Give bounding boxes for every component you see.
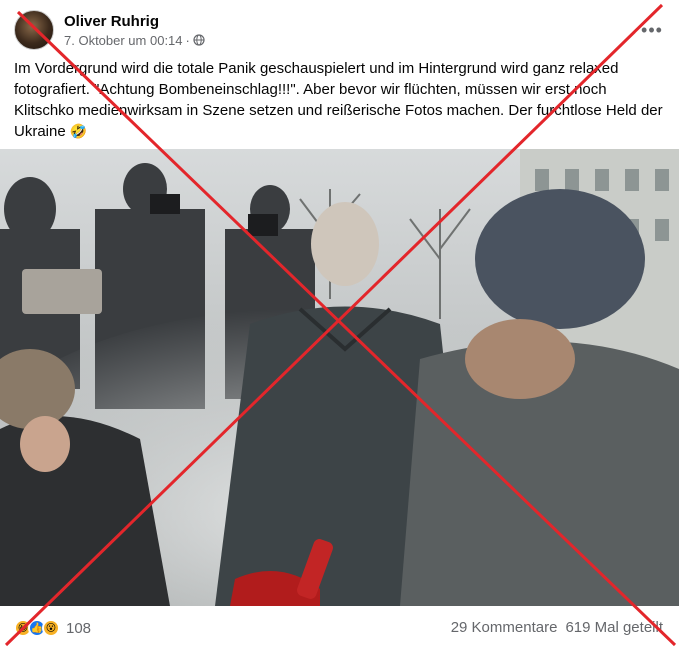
reaction-count[interactable]: 108 <box>66 620 91 637</box>
comments-count[interactable]: 29 Kommentare <box>451 619 558 636</box>
photo-illustration <box>0 149 679 606</box>
author-block: Oliver Ruhrig 7. Oktober um 00:14 · <box>64 12 205 49</box>
meta-separator: · <box>185 32 190 48</box>
shares-count[interactable]: 619 Mal geteilt <box>565 619 663 636</box>
post-header: Oliver Ruhrig 7. Oktober um 00:14 · ••• <box>14 8 664 52</box>
avatar[interactable] <box>14 10 54 50</box>
post-meta: 7. Oktober um 00:14 · <box>64 32 205 49</box>
post-body: Im Vordergrund wird die totale Panik ges… <box>14 60 663 140</box>
globe-icon[interactable] <box>193 34 205 46</box>
post-text: Im Vordergrund wird die totale Panik ges… <box>14 58 664 142</box>
rofl-emoji-icon: 🤣 <box>69 123 88 139</box>
post-photo[interactable] <box>0 149 679 606</box>
reactions-summary[interactable]: 😆 👍 😮 108 <box>14 617 91 639</box>
author-name[interactable]: Oliver Ruhrig <box>64 12 205 31</box>
more-options-icon[interactable]: ••• <box>640 18 664 42</box>
wow-reaction-icon: 😮 <box>42 619 60 637</box>
post-date[interactable]: 7. Oktober um 00:14 <box>64 32 183 49</box>
post-stats: 29 Kommentare 619 Mal geteilt <box>451 619 663 636</box>
